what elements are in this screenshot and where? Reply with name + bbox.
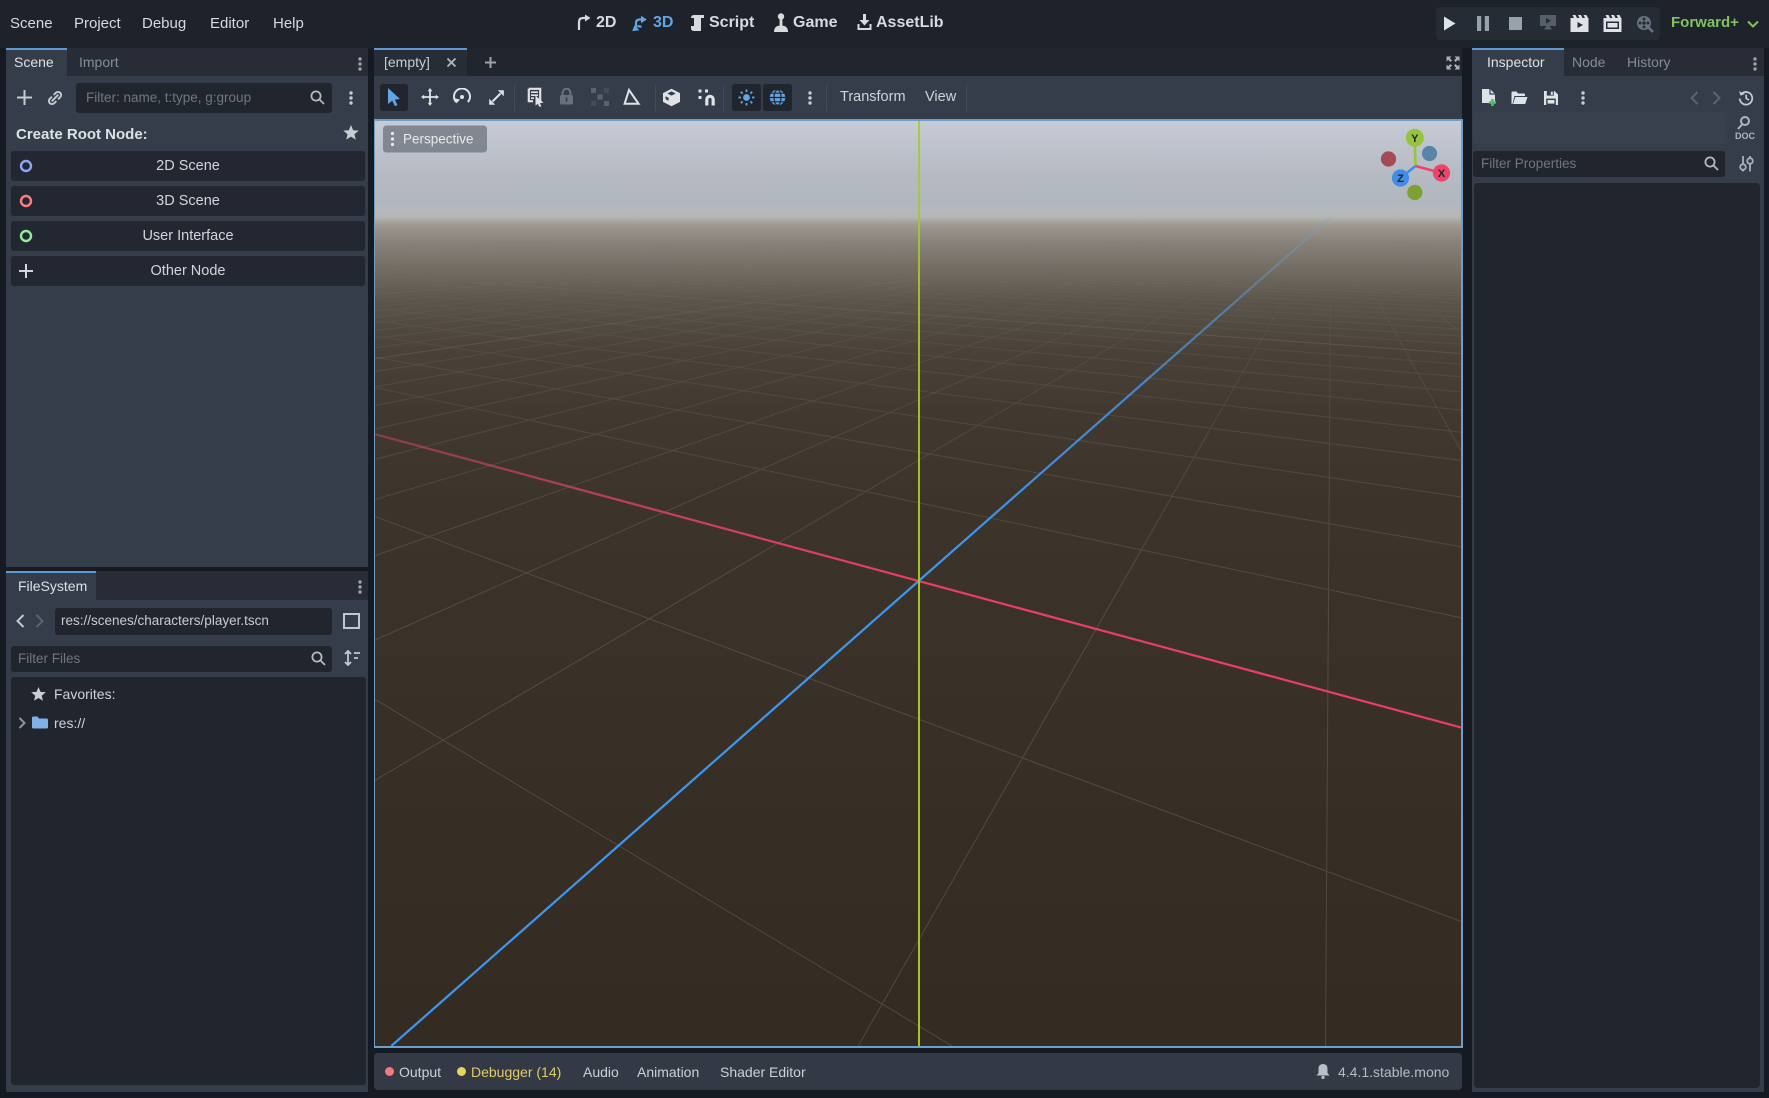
- svg-text:DOC: DOC: [1735, 131, 1755, 141]
- svg-text:X: X: [1438, 168, 1446, 180]
- svg-text:Y: Y: [1411, 133, 1419, 145]
- svg-text:Z: Z: [1397, 173, 1404, 185]
- svg-text:Perspective: Perspective: [403, 132, 474, 147]
